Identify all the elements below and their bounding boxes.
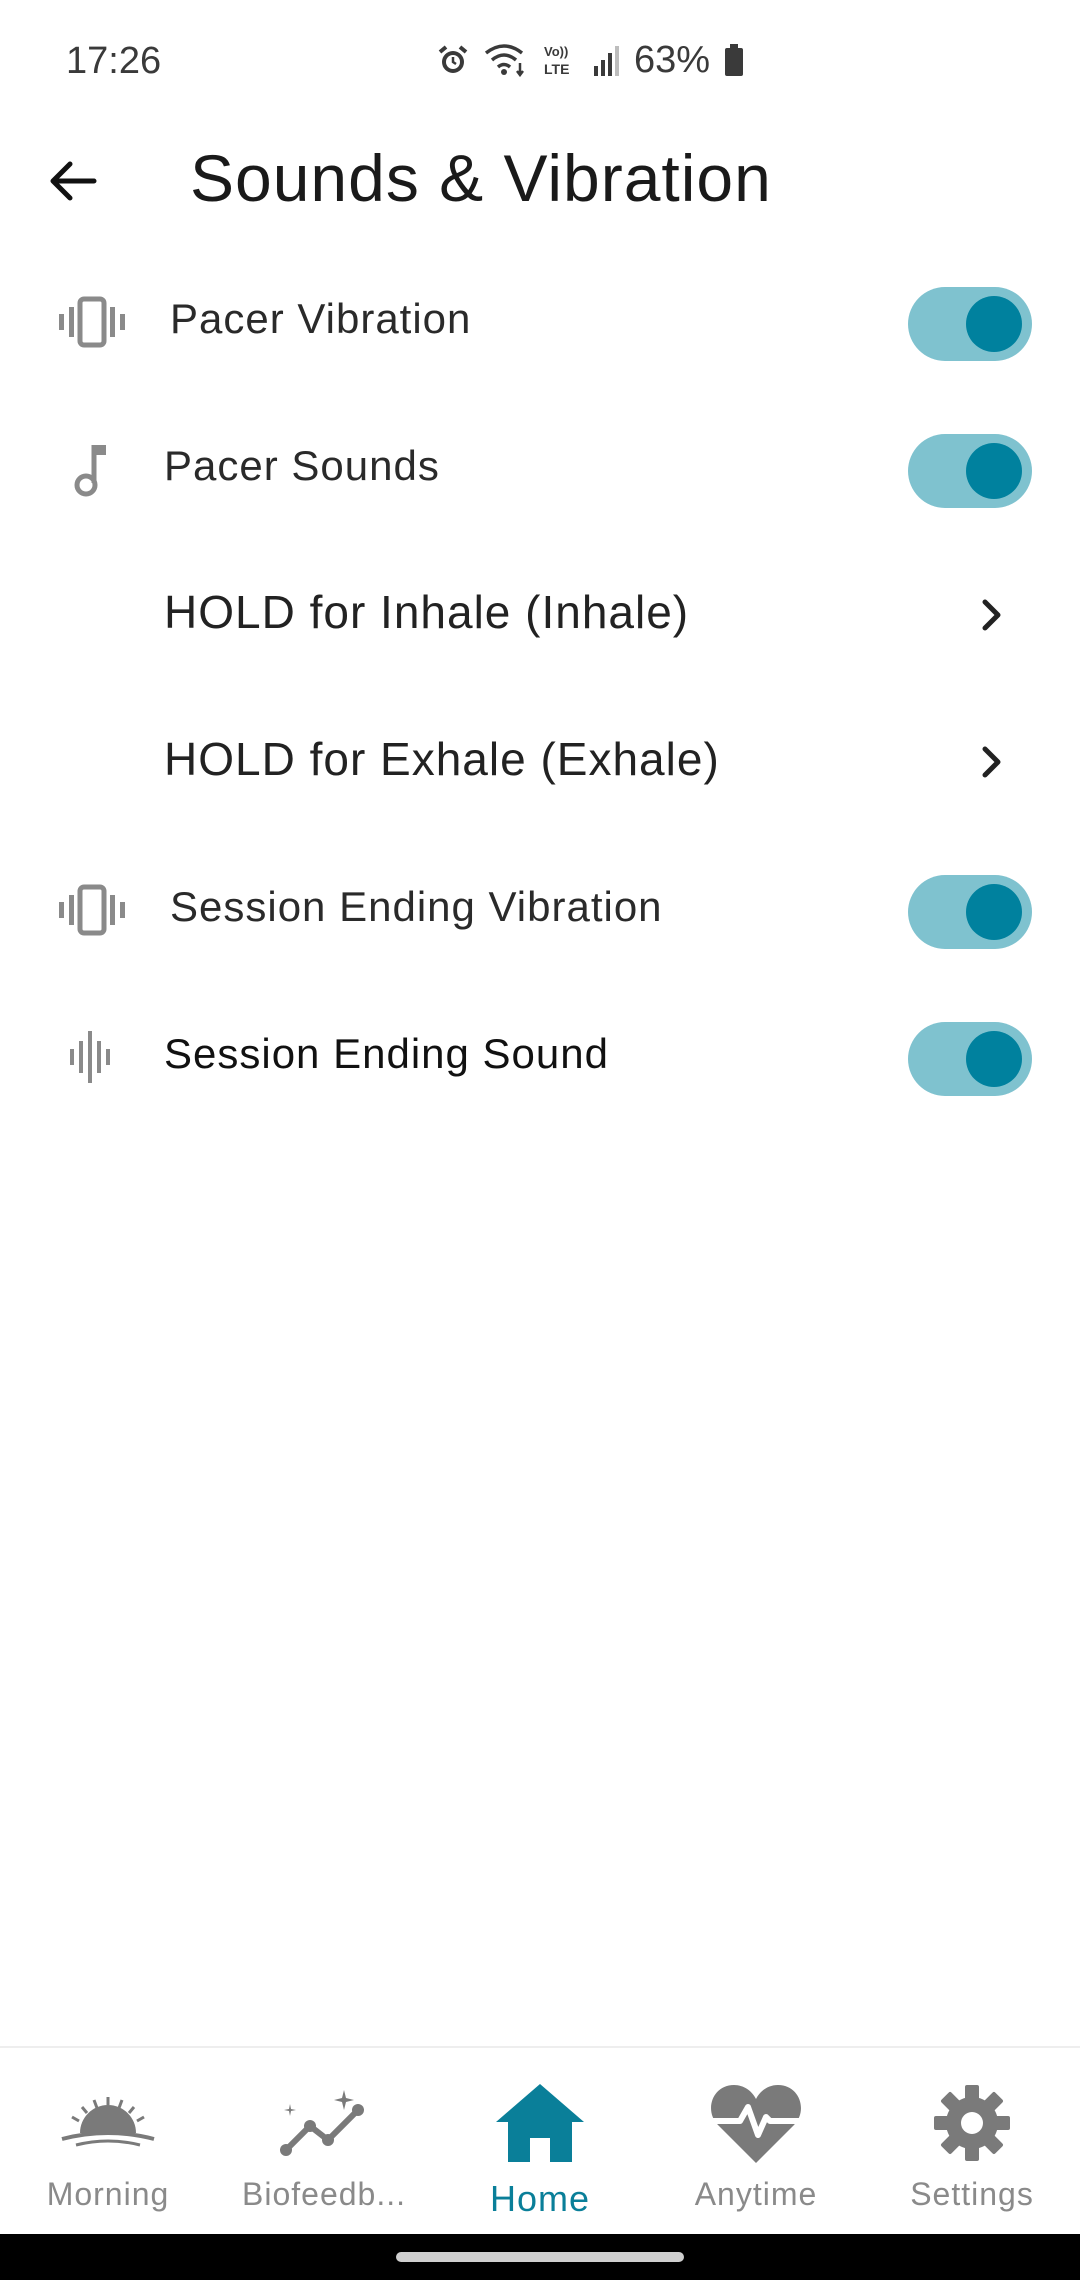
- nav-item-biofeedback[interactable]: Biofeedb...: [216, 2048, 432, 2236]
- sparkle-chart-icon: [216, 2078, 432, 2168]
- back-button[interactable]: [40, 150, 106, 216]
- status-icons: Vo)) LTE 63%: [436, 36, 744, 84]
- status-bar: 17:26 Vo)) LTE 63%: [0, 0, 1080, 128]
- chevron-right-icon: [974, 740, 1010, 784]
- nav-label-morning: Morning: [46, 2176, 170, 2212]
- home-gesture-handle[interactable]: [396, 2252, 684, 2262]
- status-time: 17:26: [66, 40, 162, 82]
- setting-row-session-ending-vibration[interactable]: Session Ending Vibration: [0, 837, 1080, 983]
- inhale-sound-label: HOLD for Inhale (Inhale): [164, 586, 690, 638]
- pacer-sounds-toggle[interactable]: [908, 434, 1032, 508]
- nav-label-biofeedback: Biofeedb...: [242, 2176, 406, 2212]
- heartbeat-icon: [648, 2078, 864, 2168]
- svg-text:Vo)): Vo)): [544, 44, 568, 59]
- music-note-icon: [52, 436, 132, 502]
- nav-item-settings[interactable]: Settings: [864, 2048, 1080, 2236]
- arrow-left-icon: [48, 159, 98, 208]
- bottom-navigation: Morning Biofeedb... Home Anytime Setting…: [0, 2046, 1080, 2236]
- session-ending-sound-label: Session Ending Sound: [164, 1030, 609, 1077]
- toggle-knob: [966, 884, 1022, 940]
- vibration-icon: [52, 289, 132, 355]
- sound-wave-icon: [52, 1024, 132, 1090]
- toggle-knob: [966, 1031, 1022, 1087]
- wifi-icon: [484, 43, 528, 77]
- sunrise-icon: [0, 2078, 216, 2168]
- session-ending-vibration-toggle[interactable]: [908, 875, 1032, 949]
- vibration-icon: [52, 877, 132, 943]
- battery-icon: [724, 43, 744, 77]
- setting-row-pacer-vibration[interactable]: Pacer Vibration: [0, 249, 1080, 395]
- alarm-icon: [436, 43, 470, 77]
- chevron-right-icon: [974, 593, 1010, 637]
- pacer-sounds-label: Pacer Sounds: [164, 442, 440, 489]
- signal-icon: [592, 44, 620, 76]
- pacer-vibration-toggle[interactable]: [908, 287, 1032, 361]
- volte-icon: Vo)) LTE: [542, 42, 578, 78]
- setting-row-pacer-sounds[interactable]: Pacer Sounds: [0, 396, 1080, 542]
- toggle-knob: [966, 443, 1022, 499]
- setting-row-session-ending-sound[interactable]: Session Ending Sound: [0, 984, 1080, 1130]
- session-ending-sound-toggle[interactable]: [908, 1022, 1032, 1096]
- nav-item-anytime[interactable]: Anytime: [648, 2048, 864, 2236]
- svg-text:LTE: LTE: [544, 61, 569, 77]
- session-ending-vibration-label: Session Ending Vibration: [170, 883, 663, 930]
- setting-row-exhale-sound[interactable]: HOLD for Exhale (Exhale): [0, 690, 1080, 836]
- battery-percentage: 63%: [633, 38, 710, 81]
- nav-item-morning[interactable]: Morning: [0, 2048, 216, 2236]
- nav-label-anytime: Anytime: [694, 2176, 818, 2212]
- system-navigation-bar: [0, 2234, 1080, 2280]
- nav-label-home: Home: [489, 2178, 591, 2219]
- nav-item-home[interactable]: Home: [432, 2048, 648, 2236]
- nav-label-settings: Settings: [910, 2176, 1034, 2212]
- toggle-knob: [966, 296, 1022, 352]
- pacer-vibration-label: Pacer Vibration: [170, 295, 472, 342]
- exhale-sound-label: HOLD for Exhale (Exhale): [164, 733, 720, 785]
- gear-icon: [864, 2078, 1080, 2168]
- setting-row-inhale-sound[interactable]: HOLD for Inhale (Inhale): [0, 543, 1080, 689]
- page-title: Sounds & Vibration: [190, 141, 772, 215]
- home-icon: [432, 2078, 648, 2168]
